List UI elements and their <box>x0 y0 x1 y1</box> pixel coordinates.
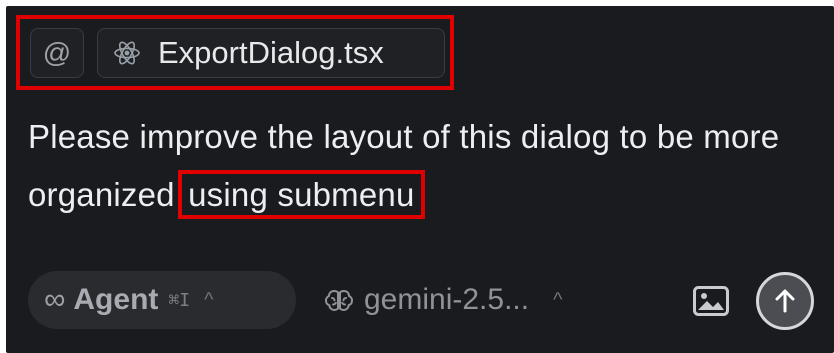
message-highlighted-text: using submenu <box>178 170 425 219</box>
brain-icon <box>322 283 356 317</box>
context-file-name: ExportDialog.tsx <box>158 35 384 70</box>
agent-mode-shortcut: ⌘I <box>168 289 191 311</box>
agent-mode-selector[interactable]: ∞ Agent ⌘I ^ <box>28 271 296 329</box>
infinity-icon: ∞ <box>44 283 66 316</box>
chevron-up-icon: ^ <box>553 288 563 311</box>
mention-button[interactable]: @ <box>30 28 84 78</box>
context-file-chip[interactable]: ExportDialog.tsx <box>97 28 445 78</box>
model-selector[interactable]: gemini-2.5... ^ <box>322 271 562 329</box>
send-button[interactable] <box>756 272 814 330</box>
model-name: gemini-2.5... <box>364 283 530 316</box>
attach-image-button[interactable] <box>692 285 730 317</box>
react-icon <box>112 38 142 68</box>
at-icon: @ <box>42 37 72 68</box>
chevron-up-icon: ^ <box>204 288 214 311</box>
message-text[interactable]: Please improve the layout of this dialog… <box>28 108 818 224</box>
agent-mode-label: Agent <box>73 283 159 316</box>
arrow-up-icon <box>775 289 795 313</box>
image-icon <box>693 286 729 316</box>
